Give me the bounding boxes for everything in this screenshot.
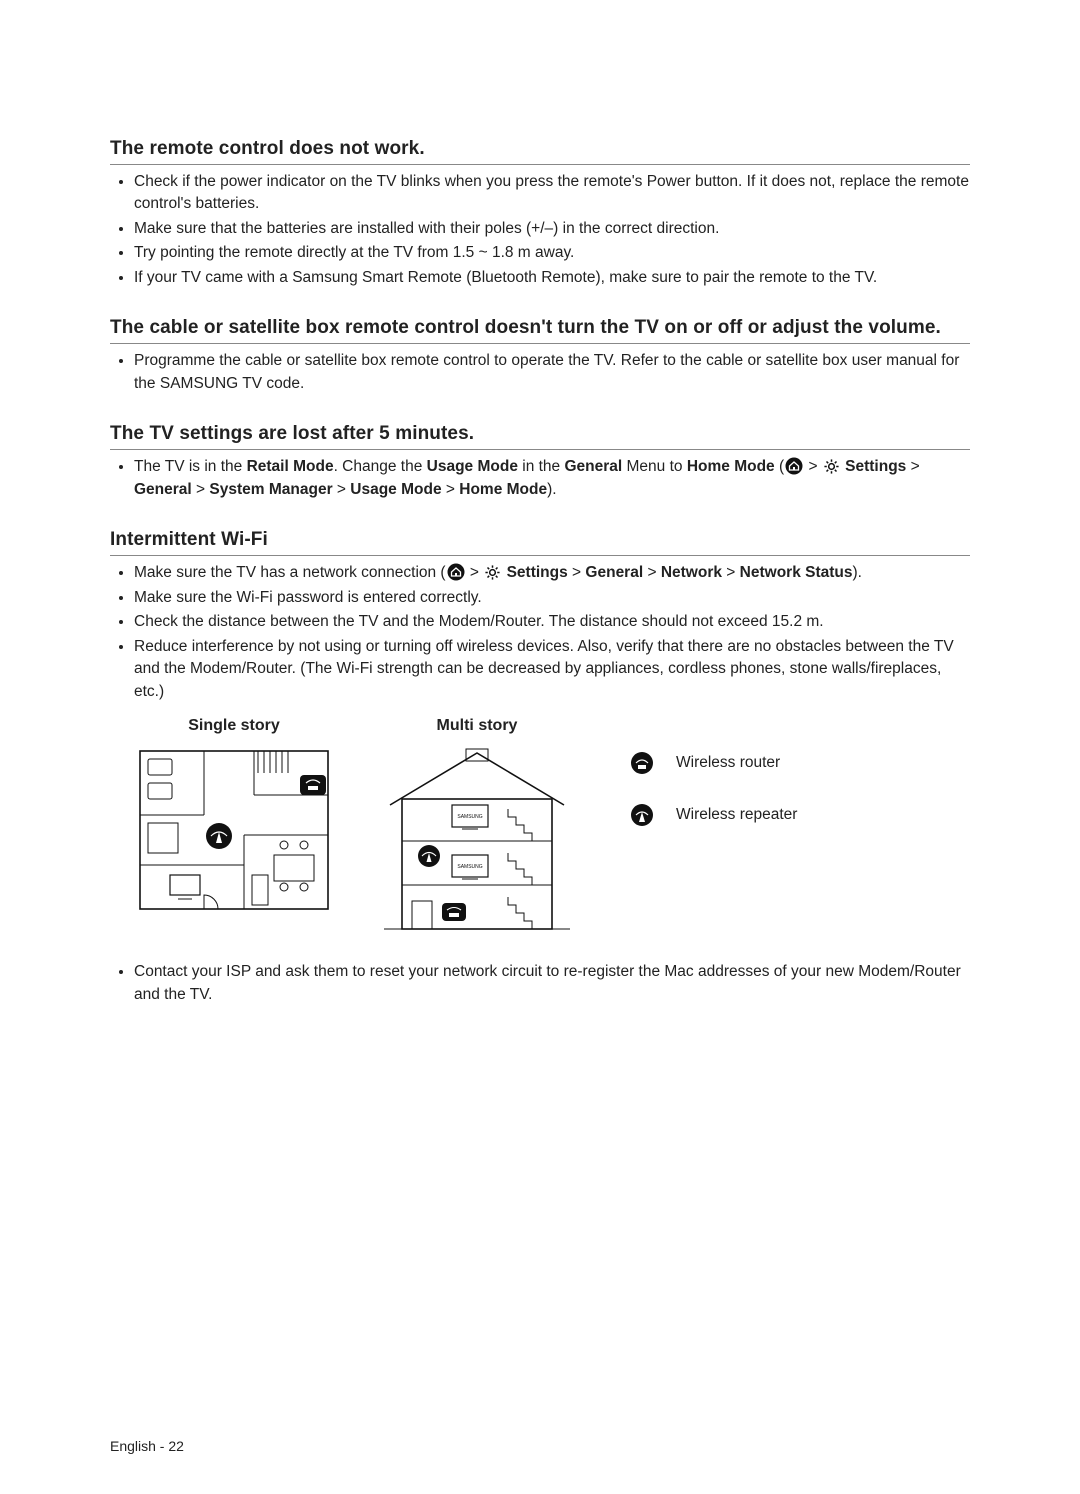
separator: > <box>568 564 586 581</box>
gear-icon <box>484 564 501 581</box>
bullet-list: The TV is in the Retail Mode. Change the… <box>110 456 970 501</box>
text-bold: General <box>585 564 643 581</box>
list-item: If your TV came with a Samsung Smart Rem… <box>134 267 970 289</box>
legend-row-router: Wireless router <box>630 751 797 775</box>
text-bold: General <box>564 458 622 475</box>
text-bold: Settings <box>507 564 568 581</box>
section-title-remote: The remote control does not work. <box>110 138 970 165</box>
bullet-list: Programme the cable or satellite box rem… <box>110 350 970 395</box>
diagram-single-story: Single story <box>134 717 334 915</box>
separator: > <box>643 564 661 581</box>
section-title-tv-settings: The TV settings are lost after 5 minutes… <box>110 423 970 450</box>
footer-language: English <box>110 1438 156 1454</box>
separator: > <box>442 481 460 498</box>
text: ( <box>775 458 784 475</box>
diagram-title: Single story <box>188 717 280 735</box>
list-item: The TV is in the Retail Mode. Change the… <box>134 456 970 501</box>
text-bold: System Manager <box>209 481 332 498</box>
bullet-list: Contact your ISP and ask them to reset y… <box>110 961 970 1006</box>
svg-text:SAMSUNG: SAMSUNG <box>457 864 482 870</box>
text-bold: General <box>134 481 192 498</box>
diagram-legend: Wireless router Wireless repeater <box>630 751 797 827</box>
separator: > <box>804 458 822 475</box>
list-item: Check the distance between the TV and th… <box>134 611 970 633</box>
house-icon: SAMSUNG SAMSUNG <box>382 745 572 935</box>
text: The TV is in the <box>134 458 247 475</box>
diagram-row: Single story <box>110 717 970 935</box>
list-item: Make sure the TV has a network connectio… <box>134 562 970 584</box>
separator: > <box>466 564 484 581</box>
router-icon <box>630 751 654 775</box>
floorplan-icon <box>134 745 334 915</box>
legend-row-repeater: Wireless repeater <box>630 803 797 827</box>
text-bold: Home Mode <box>459 481 547 498</box>
text-bold: Network <box>661 564 722 581</box>
text: ). <box>547 481 556 498</box>
text: Menu to <box>622 458 687 475</box>
list-item: Make sure the Wi-Fi password is entered … <box>134 587 970 609</box>
text-bold: Home Mode <box>687 458 775 475</box>
separator: > <box>333 481 351 498</box>
section-title-wifi: Intermittent Wi-Fi <box>110 529 970 556</box>
manual-page: The remote control does not work. Check … <box>0 0 1080 1494</box>
diagram-multi-story: Multi story <box>382 717 572 935</box>
text: ). <box>853 564 862 581</box>
bullet-list: Check if the power indicator on the TV b… <box>110 171 970 289</box>
text-bold: Usage Mode <box>427 458 518 475</box>
svg-text:SAMSUNG: SAMSUNG <box>457 814 482 820</box>
separator: > <box>722 564 740 581</box>
text: Make sure the TV has a network connectio… <box>134 564 446 581</box>
list-item: Contact your ISP and ask them to reset y… <box>134 961 970 1006</box>
separator: > <box>906 458 919 475</box>
text-bold: Network Status <box>740 564 853 581</box>
home-icon <box>447 563 465 581</box>
list-item: Try pointing the remote directly at the … <box>134 242 970 264</box>
text-bold: Usage Mode <box>350 481 441 498</box>
legend-label: Wireless router <box>676 754 780 772</box>
text: . Change the <box>334 458 427 475</box>
text: in the <box>518 458 565 475</box>
diagram-title: Multi story <box>437 717 518 735</box>
footer-page-number: 22 <box>168 1438 184 1454</box>
repeater-icon <box>630 803 654 827</box>
bullet-list: Make sure the TV has a network connectio… <box>110 562 970 703</box>
home-icon <box>785 457 803 475</box>
text-bold: Settings <box>845 458 906 475</box>
page-footer: English - 22 <box>110 1438 184 1454</box>
list-item: Make sure that the batteries are install… <box>134 218 970 240</box>
text-bold: Retail Mode <box>247 458 334 475</box>
list-item: Check if the power indicator on the TV b… <box>134 171 970 216</box>
list-item: Programme the cable or satellite box rem… <box>134 350 970 395</box>
legend-label: Wireless repeater <box>676 806 797 824</box>
separator: > <box>192 481 210 498</box>
footer-sep: - <box>156 1438 168 1454</box>
list-item: Reduce interference by not using or turn… <box>134 636 970 703</box>
section-title-cable-remote: The cable or satellite box remote contro… <box>110 317 970 344</box>
gear-icon <box>823 458 840 475</box>
